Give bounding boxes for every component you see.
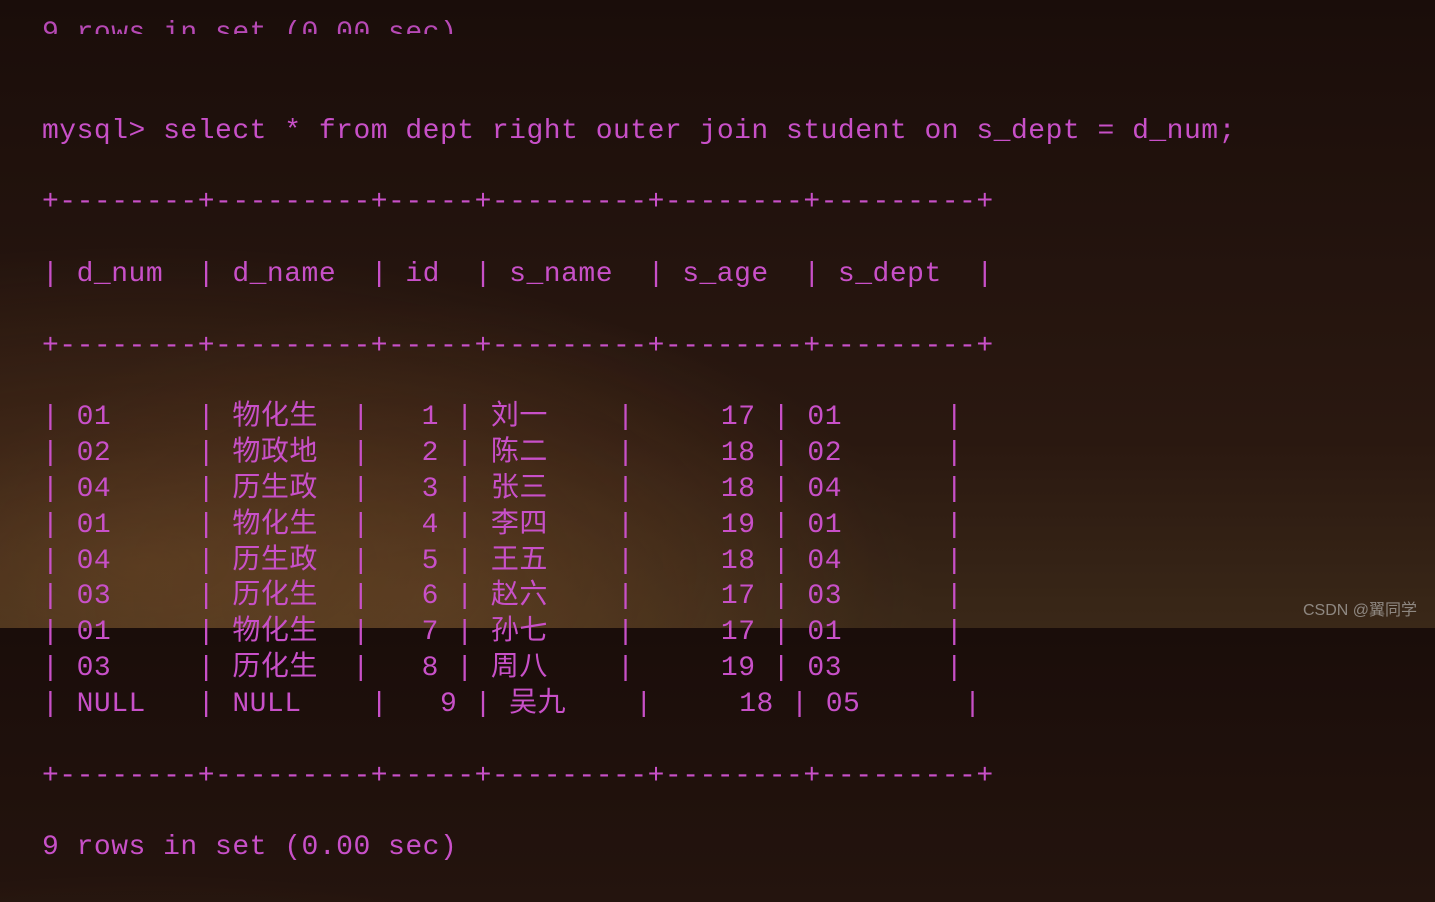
watermark: CSDN @翼同学 [1303, 596, 1417, 620]
table-header-row: | d_num | d_name | id | s_name | s_age |… [42, 257, 1435, 293]
result-footer: 9 rows in set (0.00 sec) [42, 830, 1435, 866]
mysql-prompt: mysql> [42, 116, 163, 147]
sql-query: select * from dept right outer join stud… [163, 116, 1236, 147]
sql-prompt-line: mysql> select * from dept right outer jo… [42, 114, 1435, 150]
previous-result-partial: 9 rows in set (0.00 sec) [42, 16, 1435, 34]
table-border-mid: +--------+---------+-----+---------+----… [42, 329, 1435, 365]
table-border-top: +--------+---------+-----+---------+----… [42, 185, 1435, 221]
terminal-output[interactable]: 9 rows in set (0.00 sec) mysql> select *… [0, 0, 1435, 902]
table-data-rows: | 01 | 物化生 | 1 | 刘一 | 17 | 01 | | 02 | 物… [42, 400, 1435, 722]
table-border-bottom: +--------+---------+-----+---------+----… [42, 759, 1435, 795]
